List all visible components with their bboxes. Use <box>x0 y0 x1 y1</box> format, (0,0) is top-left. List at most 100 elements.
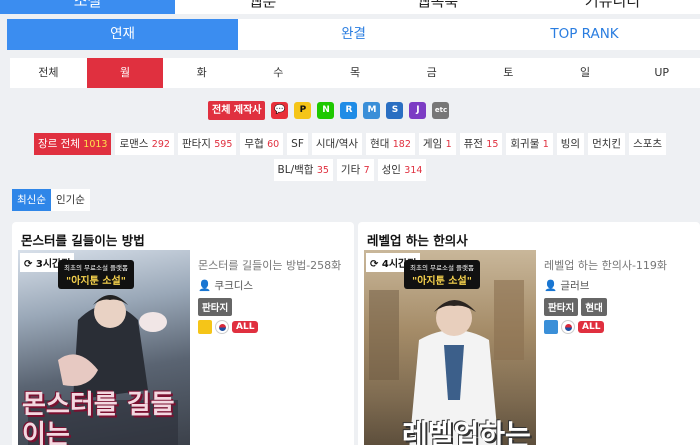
promo-banner: 최초의 무료소설 플랫폼 "아지툰 소설" <box>404 260 480 289</box>
cover-image[interactable]: ⟳ 3시간전 최초의 무료소설 플랫폼 "아지툰 소설" 몬스터를 길들이는 <box>18 250 190 445</box>
day-sun[interactable]: 일 <box>547 58 624 88</box>
genre-label: SF <box>291 138 304 150</box>
platform-icons: 💬 P N R M S Jetc <box>271 101 450 119</box>
genre-filter-item[interactable]: 게임 1 <box>418 133 456 155</box>
sub-tabs: 연재 완결 TOP RANK <box>7 19 700 50</box>
genre-filter-item[interactable]: 퓨전 15 <box>459 133 503 155</box>
author: 👤 글러브 <box>544 278 694 293</box>
genre-filter-item[interactable]: 현대 182 <box>366 133 415 155</box>
genre-count: 314 <box>404 165 423 176</box>
korea-flag-icon <box>561 320 575 334</box>
age-rating-badge: ALL <box>232 321 259 333</box>
naver-icon[interactable]: N <box>317 101 335 119</box>
genre-label: 회귀물 <box>510 138 540 150</box>
genre-tags: 판타지 <box>198 298 348 316</box>
genre-filter-item[interactable]: 장르 전체 1013 <box>33 133 112 155</box>
genre-count: 182 <box>392 139 411 150</box>
card-info: 레벨업 하는 한의사-119화 👤 글러브 판타지 현대 ALL <box>544 257 694 334</box>
munpia-icon[interactable]: P <box>294 101 312 119</box>
card-info: 몬스터를 길들이는 방법-258화 👤 쿠크디스 판타지 ALL <box>198 257 348 334</box>
genre-label: 시대/역사 <box>315 138 359 150</box>
sort-popular[interactable]: 인기순 <box>50 189 90 211</box>
tab-third[interactable]: 웹폭툭 <box>350 0 525 14</box>
genre-filter-item[interactable]: BL/백합 35 <box>273 159 333 181</box>
genre-filter-item[interactable]: 기타 7 <box>336 159 374 181</box>
latest-episode[interactable]: 레벨업 하는 한의사-119화 <box>544 257 694 273</box>
genre-label: 판타지 <box>181 138 211 150</box>
genre-label: BL/백합 <box>277 164 314 176</box>
card-title[interactable]: 몬스터를 길들이는 방법 <box>21 230 145 249</box>
genre-filter-item[interactable]: 회귀물 1 <box>506 133 553 155</box>
genre-count: 35 <box>316 165 329 176</box>
genre-count: 1 <box>542 139 549 150</box>
tab-community[interactable]: 커뮤니티 <box>525 0 700 14</box>
joara-icon[interactable]: J <box>409 101 427 119</box>
day-wed[interactable]: 수 <box>240 58 317 88</box>
promo-banner: 최초의 무료소설 플랫폼 "아지툰 소설" <box>58 260 134 289</box>
sort-latest[interactable]: 최신순 <box>12 189 51 211</box>
munpia-icon <box>198 320 212 334</box>
genre-label: 기타 <box>340 164 361 176</box>
ridi-icon[interactable]: R <box>340 101 358 119</box>
top-nav: 소설 웹툰 웹폭툭 커뮤니티 <box>0 0 700 14</box>
author-name: 쿠크디스 <box>214 280 254 292</box>
tab-serial[interactable]: 연재 <box>7 19 238 50</box>
sort-toggle: 최신순 인기순 <box>12 189 90 211</box>
genre-count: 595 <box>214 139 233 150</box>
badges: ALL <box>198 320 348 334</box>
tab-top-rank[interactable]: TOP RANK <box>469 19 700 50</box>
genre-label: 스포츠 <box>633 138 663 150</box>
day-filter: 전체 월 화 수 목 금 토 일 UP <box>10 58 700 88</box>
genre-label: 로맨스 <box>119 138 149 150</box>
genre-label: 장르 전체 <box>37 138 80 150</box>
genre-label: 퓨전 <box>463 138 483 150</box>
genre-label: 빙의 <box>560 138 581 150</box>
tab-webtoon[interactable]: 웹툰 <box>175 0 350 14</box>
genre-filter-item[interactable]: 판타지 595 <box>177 133 237 155</box>
day-mon[interactable]: 월 <box>86 58 164 88</box>
genre-count: 7 <box>363 165 370 176</box>
etc-icon[interactable]: etc <box>432 101 450 119</box>
genre-filter: 장르 전체 1013 로맨스 292 판타지 595 무협 60 SF 시대/역사 현대 1… <box>15 133 685 181</box>
novel-card[interactable]: 몬스터를 길들이는 방법 ⟳ 3시간전 최초의 무료소설 플랫폼 "아지툰 소설… <box>12 222 354 445</box>
kakaopage-icon[interactable]: 💬 <box>271 101 289 119</box>
genre-filter-item[interactable]: 성인 314 <box>377 159 427 181</box>
tab-novel[interactable]: 소설 <box>0 0 175 14</box>
genre-filter-item[interactable]: 빙의 <box>556 133 585 155</box>
day-thu[interactable]: 목 <box>317 58 394 88</box>
genre-tags: 판타지 현대 <box>544 298 694 316</box>
genre-tag: 판타지 <box>544 298 579 316</box>
day-fri[interactable]: 금 <box>393 58 470 88</box>
day-up[interactable]: UP <box>623 58 700 88</box>
genre-count: 60 <box>267 139 280 150</box>
genre-filter-item[interactable]: 로맨스 292 <box>115 133 174 155</box>
user-icon: 👤 <box>544 280 558 292</box>
genre-filter-item[interactable]: 먼치킨 <box>588 133 626 155</box>
genre-filter-item[interactable]: 무협 60 <box>240 133 284 155</box>
author: 👤 쿠크디스 <box>198 278 348 293</box>
age-rating-badge: ALL <box>578 321 605 333</box>
banner-small-text: 최초의 무료소설 플랫폼 <box>64 264 128 272</box>
day-all[interactable]: 전체 <box>10 58 87 88</box>
mrblue-icon[interactable]: M <box>363 101 381 119</box>
card-title[interactable]: 레벨업 하는 한의사 <box>367 230 468 249</box>
cover-image[interactable]: ⟳ 4시간전 최초의 무료소설 플랫폼 "아지툰 소설" 레벨업하는 <box>364 250 536 445</box>
genre-label: 먼치킨 <box>592 138 622 150</box>
mrblue-icon <box>544 320 558 334</box>
novel-card[interactable]: 레벨업 하는 한의사 ⟳ 4시간전 최초의 무료소설 플랫폼 "아지툰 소설" … <box>358 222 700 445</box>
user-icon: 👤 <box>198 280 212 292</box>
genre-label: 무협 <box>244 138 264 150</box>
cover-title-text: 몬스터를 길들이는 <box>22 390 175 445</box>
banner-big-text: "아지툰 소설" <box>412 276 472 287</box>
genre-filter-item[interactable]: SF <box>287 133 308 155</box>
genre-filter-item[interactable]: 시대/역사 <box>311 133 363 155</box>
latest-episode[interactable]: 몬스터를 길들이는 방법-258화 <box>198 257 348 273</box>
day-tue[interactable]: 화 <box>163 58 240 88</box>
refresh-icon: ⟳ <box>370 259 379 270</box>
all-platforms-button[interactable]: 전체 제작사 <box>208 100 266 120</box>
series-icon[interactable]: S <box>386 101 404 119</box>
genre-filter-item[interactable]: 스포츠 <box>629 133 667 155</box>
genre-label: 게임 <box>422 138 443 150</box>
tab-completed[interactable]: 완결 <box>238 19 469 50</box>
day-sat[interactable]: 토 <box>470 58 547 88</box>
